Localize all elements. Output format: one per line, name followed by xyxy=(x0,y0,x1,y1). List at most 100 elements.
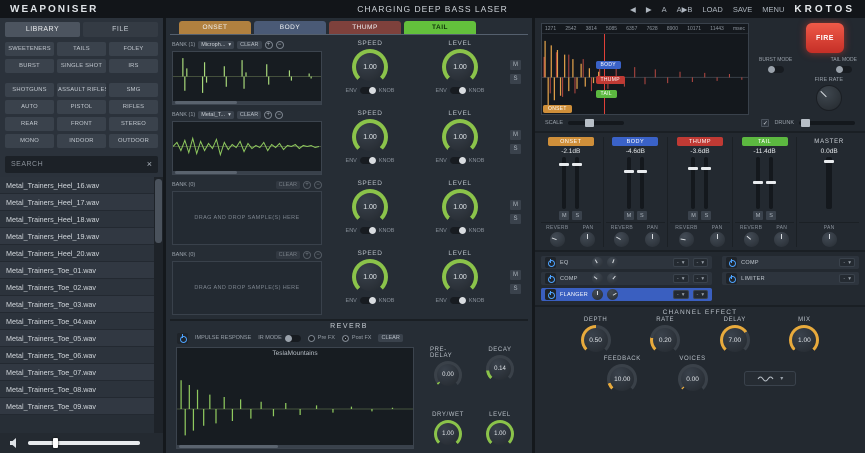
clear-search-icon[interactable]: × xyxy=(147,160,152,169)
remove-sample-button[interactable]: − xyxy=(314,251,322,259)
file-list-item[interactable]: Metal_Trainers_Toe_09.wav xyxy=(0,398,154,415)
filter-sweeteners[interactable]: SWEETENERS xyxy=(5,42,54,56)
fx-param-knob[interactable] xyxy=(607,273,618,284)
sample-dropdown[interactable]: Microph...▾ xyxy=(198,41,234,49)
category-front[interactable]: FRONT xyxy=(57,117,106,131)
env-knob-toggle[interactable] xyxy=(360,227,376,234)
power-icon[interactable] xyxy=(545,289,556,300)
bank-waveform-display[interactable] xyxy=(172,121,322,175)
solo-button[interactable]: S xyxy=(510,144,521,154)
body-layer-chip[interactable]: BODY xyxy=(596,61,621,69)
file-list-item[interactable]: Metal_Trainers_Toe_03.wav xyxy=(0,296,154,313)
remove-sample-button[interactable]: − xyxy=(275,111,283,119)
category-mono[interactable]: MONO xyxy=(5,134,54,148)
env-knob-toggle[interactable] xyxy=(360,87,376,94)
scrollbar-thumb[interactable] xyxy=(155,179,162,243)
mute-button[interactable]: M xyxy=(624,211,634,220)
env-knob-toggle[interactable] xyxy=(450,227,466,234)
search-input[interactable] xyxy=(11,161,143,168)
level-knob[interactable]: 1.00 xyxy=(442,189,478,225)
add-sample-button[interactable]: + xyxy=(303,181,311,189)
pre-delay-knob[interactable]: 0.00 xyxy=(434,361,462,389)
file-list-item[interactable]: Metal_Trainers_Toe_04.wav xyxy=(0,313,154,330)
power-icon[interactable] xyxy=(545,273,556,284)
file-list-item[interactable]: Metal_Trainers_Toe_02.wav xyxy=(0,279,154,296)
bank-clear-button[interactable]: CLEAR xyxy=(237,41,261,49)
speed-knob[interactable]: 1.00 xyxy=(352,189,388,225)
power-icon[interactable] xyxy=(545,257,556,268)
fire-button[interactable]: FIRE xyxy=(806,23,844,53)
category-stereo[interactable]: STEREO xyxy=(109,117,158,131)
ab-copy-button[interactable]: A▶B xyxy=(677,5,693,14)
next-preset-button[interactable]: ▶ xyxy=(646,5,652,14)
fx-slot-flanger[interactable]: FLANGER -▾ -▾ xyxy=(541,288,712,301)
pre-fx-radio[interactable] xyxy=(308,335,315,342)
filter-irs[interactable]: IRS xyxy=(109,59,158,73)
reverb-power-icon[interactable] xyxy=(177,333,188,344)
level-knob[interactable]: 1.00 xyxy=(442,119,478,155)
scale-slider[interactable] xyxy=(568,121,624,125)
solo-button[interactable]: S xyxy=(637,211,647,220)
drop-zone[interactable]: DRAG AND DROP SAMPLE(S) HERE xyxy=(172,191,322,245)
fx-param-knob[interactable] xyxy=(592,257,603,268)
bank-clear-button[interactable]: CLEAR xyxy=(276,181,300,189)
file-list-item[interactable]: Metal_Trainers_Heel_19.wav xyxy=(0,228,154,245)
env-knob-toggle[interactable] xyxy=(360,157,376,164)
file-list-item[interactable]: Metal_Trainers_Toe_05.wav xyxy=(0,330,154,347)
mute-button[interactable]: M xyxy=(510,200,521,210)
master-pan-knob[interactable] xyxy=(822,232,837,247)
fx-param-knob[interactable] xyxy=(607,257,618,268)
power-icon[interactable] xyxy=(726,257,737,268)
reverb-send-knob[interactable] xyxy=(679,232,694,247)
fx-slot-comp[interactable]: COMP -▾ -▾ xyxy=(541,272,712,285)
thump-layer-chip[interactable]: THUMP xyxy=(596,76,625,84)
speed-knob[interactable]: 1.00 xyxy=(352,49,388,85)
solo-button[interactable]: S xyxy=(510,214,521,224)
waveform-scrollbar[interactable] xyxy=(173,171,321,174)
category-auto[interactable]: AUTO xyxy=(5,100,54,114)
category-shotguns[interactable]: SHOTGUNS xyxy=(5,83,54,97)
category-assault-rifles[interactable]: ASSAULT RIFLES xyxy=(57,83,106,97)
drunk-checkbox[interactable]: ✓ xyxy=(761,119,769,127)
reverb-send-knob[interactable] xyxy=(744,232,759,247)
solo-button[interactable]: S xyxy=(510,284,521,294)
channel-fader[interactable] xyxy=(627,157,644,209)
tab-file[interactable]: FILE xyxy=(83,22,158,37)
timeline-display[interactable]: 1271 2542 3814 5085 6357 7628 8900 10171… xyxy=(541,23,749,115)
onset-layer-chip[interactable]: ONSET xyxy=(543,105,572,113)
fx-slot-limiter[interactable]: LIMITER -▾ xyxy=(722,272,859,285)
env-knob-toggle[interactable] xyxy=(450,297,466,304)
impulse-response-display[interactable]: TeslaMountains xyxy=(176,347,414,449)
file-list-item[interactable]: Metal_Trainers_Heel_18.wav xyxy=(0,211,154,228)
volume-slider-handle[interactable] xyxy=(53,438,58,448)
save-button[interactable]: SAVE xyxy=(733,5,752,14)
fx-param-knob[interactable] xyxy=(592,273,603,284)
decay-knob[interactable]: 0.14 xyxy=(486,355,514,383)
tab-onset[interactable]: ONSET xyxy=(179,21,251,34)
waveform-scrollbar[interactable] xyxy=(173,101,321,104)
solo-button[interactable]: S xyxy=(572,211,582,220)
reverb-clear-button[interactable]: CLEAR xyxy=(378,334,402,342)
burst-mode-toggle[interactable] xyxy=(768,66,784,73)
prev-preset-button[interactable]: ◀ xyxy=(630,5,636,14)
tail-mode-toggle[interactable] xyxy=(836,66,852,73)
voices-knob[interactable]: 0.00 xyxy=(678,364,708,394)
file-list-item[interactable]: Metal_Trainers_Heel_16.wav xyxy=(0,177,154,194)
filter-burst[interactable]: BURST xyxy=(5,59,54,73)
reverb-send-knob[interactable] xyxy=(614,232,629,247)
category-pistol[interactable]: PISTOL xyxy=(57,100,106,114)
speed-knob[interactable]: 1.00 xyxy=(352,119,388,155)
master-fader[interactable] xyxy=(826,157,832,209)
category-rear[interactable]: REAR xyxy=(5,117,54,131)
fx-slot-master-comp[interactable]: COMP -▾ xyxy=(722,256,859,269)
feedback-knob[interactable]: 10.00 xyxy=(607,364,637,394)
add-sample-button[interactable]: + xyxy=(265,41,273,49)
post-fx-radio[interactable] xyxy=(342,335,349,342)
file-list-item[interactable]: Metal_Trainers_Toe_06.wav xyxy=(0,347,154,364)
fx-slot-eq[interactable]: EQ -▾ -▾ xyxy=(541,256,712,269)
fx-param-select[interactable]: -▾ xyxy=(839,274,855,283)
lfo-shape-select[interactable]: ▾ xyxy=(744,371,796,386)
tail-layer-chip[interactable]: TAIL xyxy=(596,90,617,98)
tab-thump[interactable]: THUMP xyxy=(329,21,401,34)
level-knob[interactable]: 1.00 xyxy=(442,49,478,85)
